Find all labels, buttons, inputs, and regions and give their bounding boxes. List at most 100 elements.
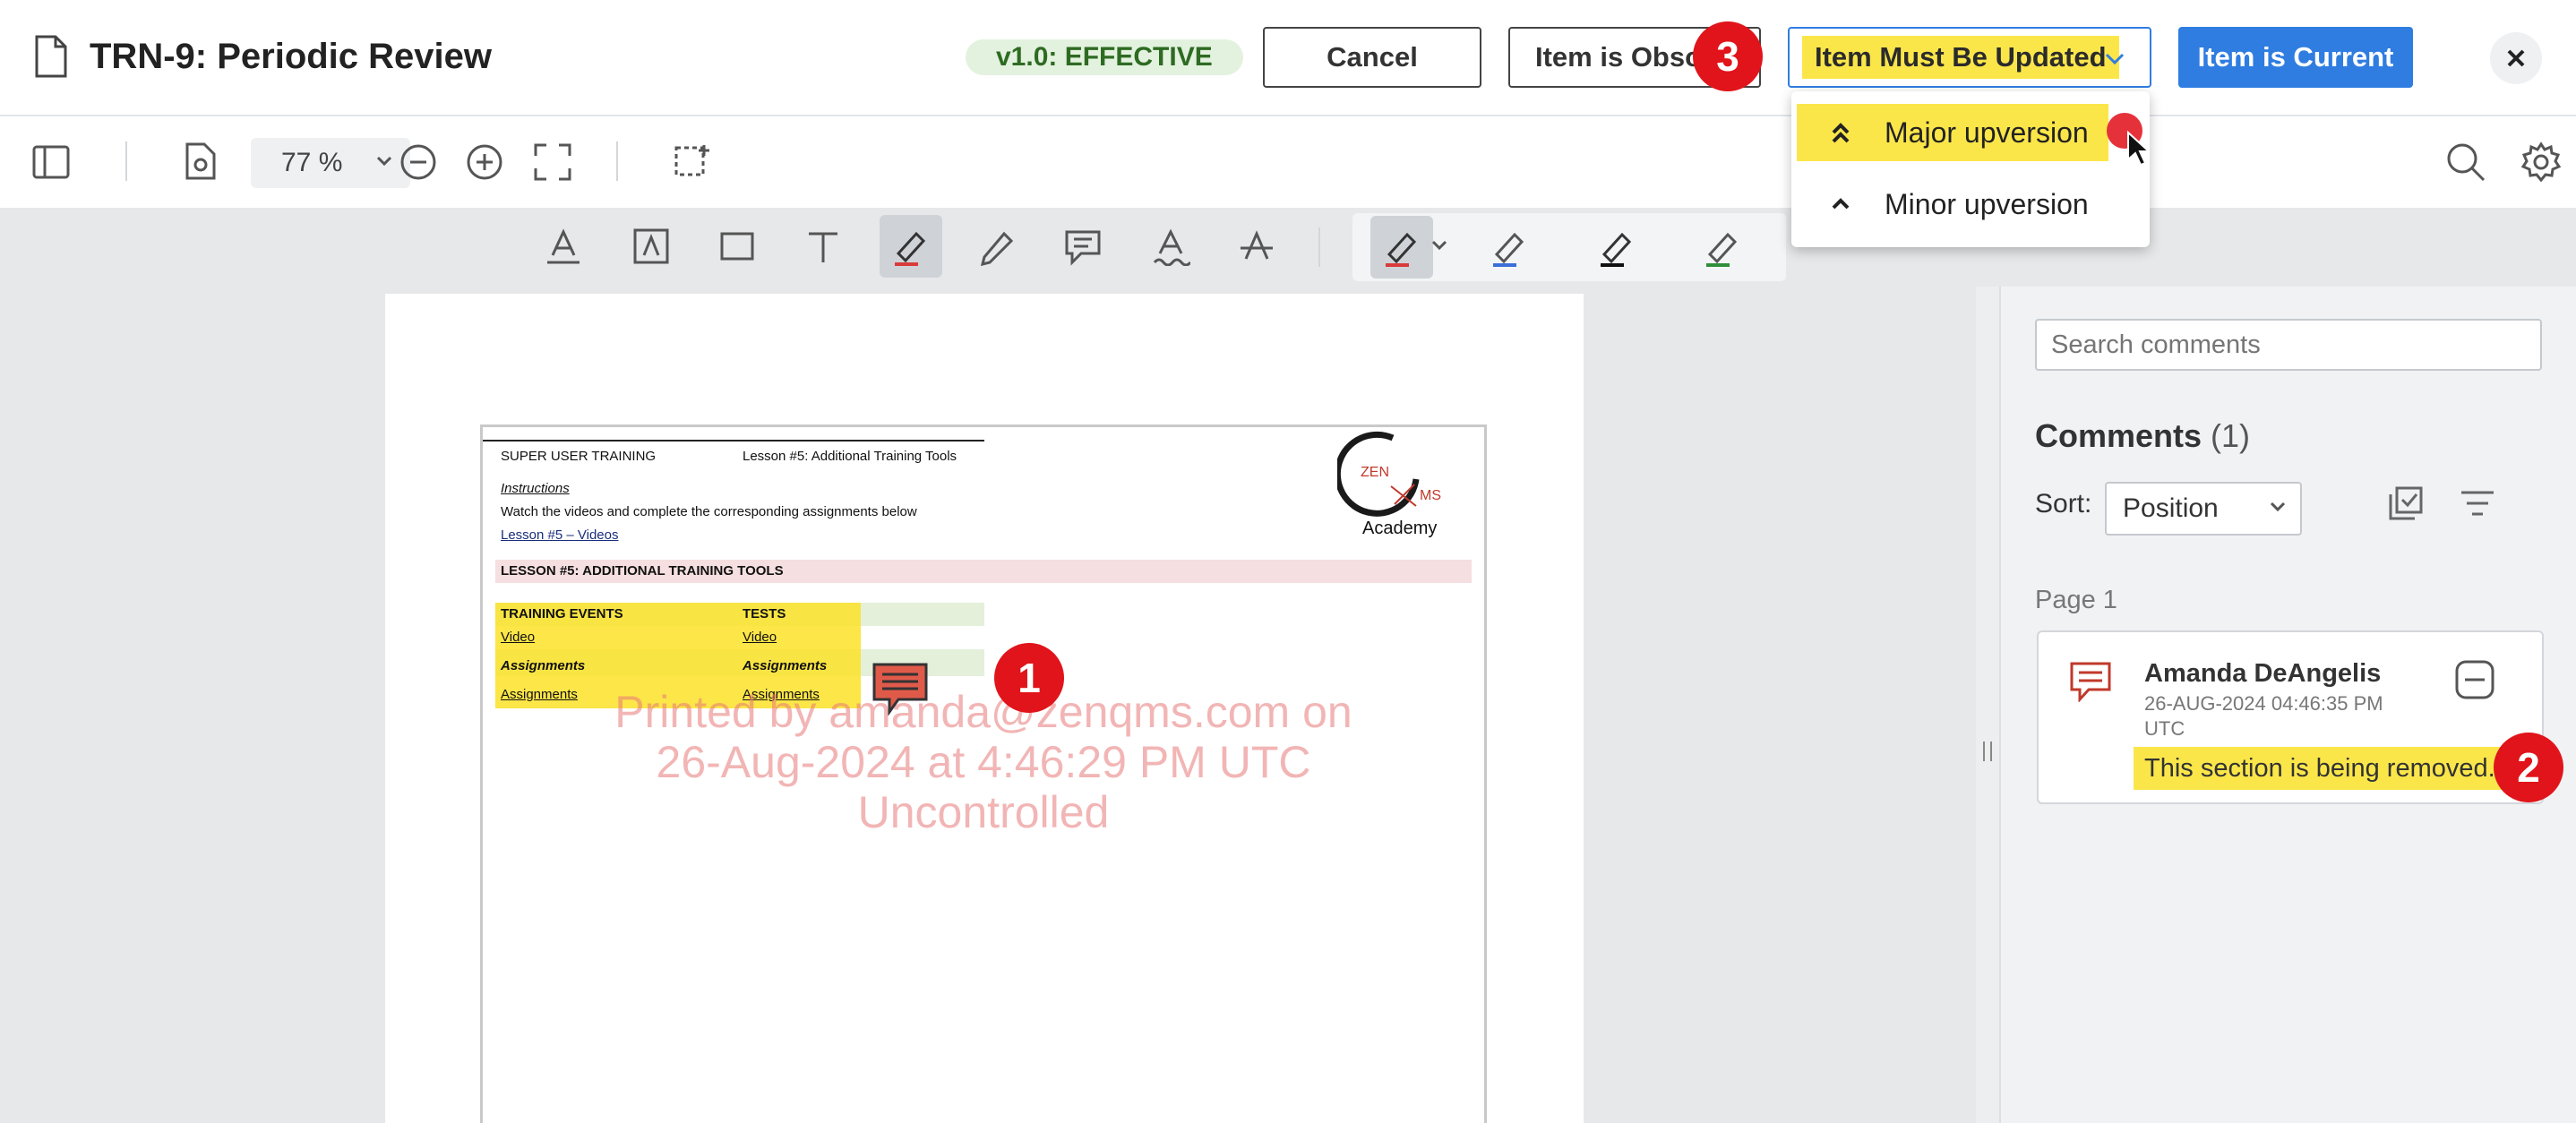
comment-tool[interactable]: [1052, 215, 1114, 278]
text-box-tool[interactable]: [620, 215, 683, 278]
text-box-icon: [633, 228, 669, 264]
strikeout-icon: [1241, 230, 1273, 260]
comment-date: 26-AUG-2024 04:46:35 PM UTC: [2144, 692, 2383, 740]
menu-item-label: Minor upversion: [1885, 188, 2089, 220]
document-content: SUPER USER TRAINING Lesson #5: Additiona…: [480, 424, 1487, 1123]
zoom-value: 77 %: [281, 148, 343, 177]
highlighter-red-icon: [1386, 232, 1417, 267]
doc-header-left: SUPER USER TRAINING: [501, 449, 657, 464]
sidebar-toggle-icon[interactable]: [32, 145, 70, 179]
pencil-icon: [980, 231, 1014, 266]
collapse-icon[interactable]: [2454, 659, 2495, 700]
annotation-toolbar: [0, 208, 2576, 287]
chevron-up-icon: [1832, 198, 1850, 210]
status-badge: v1.0: EFFECTIVE: [966, 39, 1243, 75]
comment-marker-icon[interactable]: [872, 662, 929, 716]
comments-page-label: Page 1: [2035, 586, 2117, 614]
chevron-down-icon: [2105, 53, 2125, 65]
grip-icon: [1983, 742, 1992, 761]
item-must-be-updated-label: Item Must Be Updated: [1802, 36, 2119, 79]
comment-card[interactable]: Amanda DeAngelis 26-AUG-2024 04:46:35 PM…: [2037, 630, 2544, 804]
sort-value: Position: [2123, 493, 2219, 523]
logo-text-academy: Academy: [1362, 519, 1438, 538]
comment-icon: [1065, 230, 1101, 266]
comments-panel: Comments (1) Sort: Position Page 1 Amand…: [1999, 287, 2576, 1123]
divider: [616, 141, 618, 181]
mouse-cursor-icon: [2127, 131, 2150, 167]
multi-select-icon[interactable]: [2388, 485, 2424, 521]
chevron-down-icon[interactable]: [1431, 240, 1447, 251]
watermark-line: Uncontrolled: [857, 787, 1110, 837]
doc-header-right: Lesson #5: Additional Training Tools: [743, 449, 957, 464]
doc-instructions-label: Instructions: [501, 481, 570, 496]
close-button[interactable]: [2490, 32, 2542, 84]
table-header-training-events: TRAINING EVENTS: [501, 606, 623, 622]
squiggly-underline-icon: [1153, 228, 1190, 266]
item-is-current-button[interactable]: Item is Current: [2178, 27, 2413, 88]
search-icon[interactable]: [2445, 141, 2486, 183]
text-underline-tool[interactable]: [532, 215, 595, 278]
chevron-down-icon: [2270, 501, 2286, 512]
comments-count: (1): [2211, 417, 2251, 454]
squiggly-tool[interactable]: [1139, 215, 1202, 278]
text-icon: [809, 232, 837, 262]
doc-instructions-text: Watch the videos and complete the corres…: [501, 504, 917, 519]
menu-item-label: Major upversion: [1885, 116, 2089, 149]
cancel-button[interactable]: Cancel: [1263, 27, 1481, 88]
color-preset-green[interactable]: [1691, 216, 1754, 279]
text-underline-icon: [547, 228, 580, 264]
zoom-out-icon[interactable]: [399, 143, 437, 181]
divider: [1318, 227, 1320, 267]
update-type-dropdown: Major upversion Minor upversion: [1791, 91, 2150, 247]
logo-text-zen: ZEN: [1361, 465, 1389, 480]
panel-resize-handle[interactable]: [1976, 287, 1999, 1123]
menu-item-minor-upversion[interactable]: Minor upversion: [1797, 176, 2144, 233]
gear-icon[interactable]: [2520, 141, 2562, 183]
highlighter-icon: [895, 231, 926, 266]
rectangle-tool[interactable]: [706, 215, 769, 278]
doc-rule: [483, 440, 984, 441]
color-preset-black[interactable]: [1585, 216, 1648, 279]
text-tool[interactable]: [792, 215, 854, 278]
print-watermark: Printed by amanda@zenqms.com on 26-Aug-2…: [483, 687, 1484, 837]
close-icon: [2507, 49, 2525, 67]
menu-item-major-upversion[interactable]: Major upversion: [1797, 104, 2108, 161]
search-comments-input[interactable]: [2035, 319, 2542, 371]
table-cell: Assignments: [743, 658, 828, 673]
comment-author: Amanda DeAngelis: [2144, 659, 2382, 688]
step-badge-3: 3: [1693, 21, 1763, 91]
step-badge-2: 2: [2494, 733, 2563, 802]
doc-section-title: LESSON #5: ADDITIONAL TRAINING TOOLS: [501, 563, 784, 579]
sort-label: Sort:: [2035, 489, 2092, 519]
table-cell: Video: [501, 630, 536, 645]
zen-academy-logo: ZEN MS: [1334, 431, 1441, 520]
watermark-line: 26-Aug-2024 at 4:46:29 PM UTC: [656, 737, 1311, 787]
filter-icon[interactable]: [2460, 489, 2495, 518]
sort-select[interactable]: Position: [2105, 482, 2302, 536]
zoom-select[interactable]: 77 %: [251, 138, 410, 188]
page-settings-icon[interactable]: [185, 141, 217, 181]
pencil-tool[interactable]: [966, 215, 1028, 278]
document-page: SUPER USER TRAINING Lesson #5: Additiona…: [385, 294, 1584, 1123]
strikeout-tool[interactable]: [1225, 215, 1288, 278]
highlighter-blue-icon: [1493, 232, 1524, 267]
divider: [125, 141, 127, 181]
area-select-icon[interactable]: [674, 143, 711, 181]
comments-heading: Comments (1): [2035, 417, 2250, 455]
document-viewer[interactable]: SUPER USER TRAINING Lesson #5: Additiona…: [0, 287, 1976, 1123]
zoom-in-icon[interactable]: [466, 143, 503, 181]
color-preset-blue[interactable]: [1478, 216, 1541, 279]
table-header-tests: TESTS: [743, 606, 786, 622]
comments-heading-label: Comments: [2035, 417, 2202, 454]
color-preset-red[interactable]: [1370, 216, 1433, 279]
item-must-be-updated-button[interactable]: Item Must Be Updated: [1788, 27, 2151, 88]
comment-icon: [2070, 662, 2111, 702]
step-badge-1: 1: [994, 643, 1064, 713]
fullscreen-icon[interactable]: [534, 143, 571, 181]
color-presets: [1352, 213, 1786, 281]
logo-text-ms: MS: [1420, 488, 1441, 503]
highlighter-black-icon: [1601, 232, 1632, 267]
highlighter-tool[interactable]: [880, 215, 942, 278]
double-chevron-up-icon: [1832, 123, 1850, 143]
document-icon: [35, 35, 67, 78]
